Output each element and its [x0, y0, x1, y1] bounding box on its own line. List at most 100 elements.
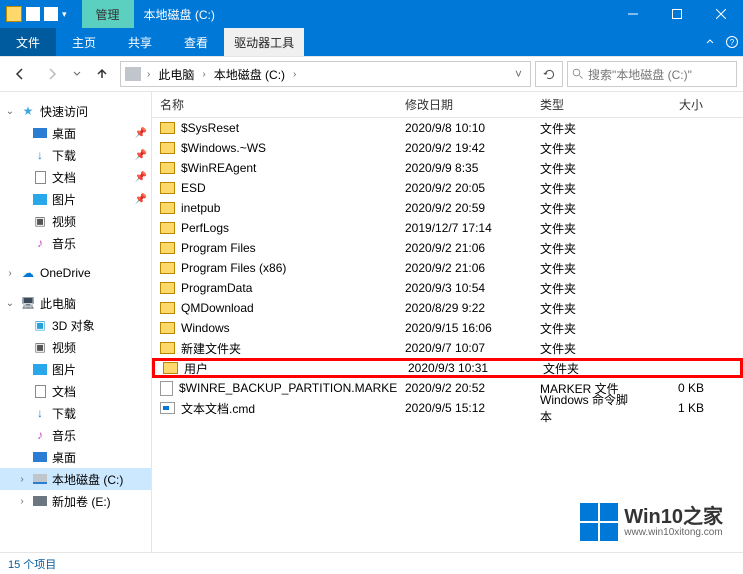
- tree-onedrive[interactable]: ›☁OneDrive: [0, 262, 151, 284]
- watermark-url: www.win10xitong.com: [624, 527, 723, 538]
- file-type: 文件夹: [532, 320, 642, 337]
- file-type: 文件夹: [532, 200, 642, 217]
- tree-3d-objects[interactable]: ▣3D 对象: [0, 314, 151, 336]
- ribbon-collapse-icon[interactable]: [699, 28, 721, 56]
- chevron-right-icon[interactable]: ›: [145, 69, 152, 80]
- desktop-icon: [32, 126, 48, 140]
- chevron-right-icon[interactable]: ›: [200, 69, 207, 80]
- tree-music[interactable]: ♪音乐: [0, 232, 151, 254]
- nav-forward-button[interactable]: [38, 60, 66, 88]
- qat-button-1[interactable]: [26, 7, 40, 21]
- qat-dropdown-icon[interactable]: ▾: [62, 9, 67, 20]
- tree-pictures-2[interactable]: 图片: [0, 358, 151, 380]
- tree-drive-c[interactable]: ›本地磁盘 (C:): [0, 468, 151, 490]
- file-name: 新建文件夹: [181, 340, 241, 357]
- file-row[interactable]: Windows2020/9/15 16:06文件夹: [152, 318, 743, 338]
- folder-icon: [160, 322, 175, 334]
- tab-home[interactable]: 主页: [56, 28, 112, 56]
- tree-desktop[interactable]: 桌面📌: [0, 122, 151, 144]
- file-row[interactable]: $WinREAgent2020/9/9 8:35文件夹: [152, 158, 743, 178]
- qat-button-2[interactable]: [44, 7, 58, 21]
- pin-icon: 📌: [135, 194, 147, 205]
- star-icon: ★: [20, 104, 36, 118]
- file-row[interactable]: inetpub2020/9/2 20:59文件夹: [152, 198, 743, 218]
- video-icon: ▣: [32, 214, 48, 228]
- tree-documents-2[interactable]: 文档: [0, 380, 151, 402]
- tree-documents[interactable]: 文档📌: [0, 166, 151, 188]
- chevron-right-icon[interactable]: ›: [291, 69, 298, 80]
- folder-icon: [160, 282, 175, 294]
- close-button[interactable]: [699, 0, 743, 28]
- file-type: 文件夹: [532, 280, 642, 297]
- tree-videos-2[interactable]: ▣视频: [0, 336, 151, 358]
- tree-this-pc[interactable]: ⌄🖥此电脑: [0, 292, 151, 314]
- refresh-button[interactable]: [535, 61, 563, 87]
- file-row[interactable]: Program Files (x86)2020/9/2 21:06文件夹: [152, 258, 743, 278]
- address-dropdown-icon[interactable]: ˅: [511, 67, 526, 81]
- 3d-icon: ▣: [32, 318, 48, 332]
- tree-music-2[interactable]: ♪音乐: [0, 424, 151, 446]
- file-type: 文件夹: [535, 360, 645, 377]
- search-input[interactable]: 搜索"本地磁盘 (C:)": [567, 61, 737, 87]
- tab-share[interactable]: 共享: [112, 28, 168, 56]
- breadcrumb-drive-c[interactable]: 本地磁盘 (C:): [212, 66, 287, 83]
- file-row[interactable]: 文本文档.cmd2020/9/5 15:12Windows 命令脚本1 KB: [152, 398, 743, 418]
- file-row[interactable]: QMDownload2020/8/29 9:22文件夹: [152, 298, 743, 318]
- file-size: 1 KB: [642, 401, 712, 415]
- nav-back-button[interactable]: [6, 60, 34, 88]
- tree-desktop-2[interactable]: 桌面: [0, 446, 151, 468]
- file-name: ESD: [181, 181, 206, 195]
- file-row[interactable]: $SysReset2020/9/8 10:10文件夹: [152, 118, 743, 138]
- file-row[interactable]: Program Files2020/9/2 21:06文件夹: [152, 238, 743, 258]
- file-type: 文件夹: [532, 300, 642, 317]
- file-type: 文件夹: [532, 140, 642, 157]
- column-header-size[interactable]: 大小: [642, 96, 712, 113]
- svg-text:?: ?: [730, 38, 735, 47]
- file-row[interactable]: $Windows.~WS 2020/9/2 19:42文件夹: [152, 138, 743, 158]
- cmd-file-icon: [160, 402, 175, 414]
- pin-icon: 📌: [135, 172, 147, 183]
- tree-videos[interactable]: ▣视频: [0, 210, 151, 232]
- help-icon[interactable]: ?: [721, 28, 743, 56]
- column-header-date[interactable]: 修改日期: [397, 96, 532, 113]
- nav-recent-dropdown[interactable]: [70, 60, 84, 88]
- tab-drive-tools[interactable]: 驱动器工具: [224, 28, 304, 56]
- file-icon: [160, 381, 173, 396]
- tree-downloads-2[interactable]: ↓下载: [0, 402, 151, 424]
- file-date: 2020/9/2 19:42: [397, 141, 532, 155]
- file-name: $Windows.~WS: [181, 141, 266, 155]
- breadcrumb-this-pc[interactable]: 此电脑: [156, 66, 196, 83]
- file-name: ProgramData: [181, 281, 252, 295]
- status-item-count: 15 个项目: [8, 556, 56, 572]
- file-date: 2020/9/5 15:12: [397, 401, 532, 415]
- column-header-name[interactable]: 名称: [152, 96, 397, 113]
- file-type: 文件夹: [532, 220, 642, 237]
- pin-icon: 📌: [135, 150, 147, 161]
- maximize-button[interactable]: [655, 0, 699, 28]
- address-bar[interactable]: › 此电脑 › 本地磁盘 (C:) › ˅: [120, 61, 531, 87]
- tree-pictures[interactable]: 图片📌: [0, 188, 151, 210]
- minimize-button[interactable]: [611, 0, 655, 28]
- file-row[interactable]: 用户2020/9/3 10:31文件夹: [152, 358, 743, 378]
- tab-view[interactable]: 查看: [168, 28, 224, 56]
- tree-downloads[interactable]: ↓下载📌: [0, 144, 151, 166]
- tree-quick-access[interactable]: ⌄★快速访问: [0, 100, 151, 122]
- file-row[interactable]: ProgramData2020/9/3 10:54文件夹: [152, 278, 743, 298]
- folder-icon: [160, 162, 175, 174]
- file-row[interactable]: $WINRE_BACKUP_PARTITION.MARKER2020/9/2 2…: [152, 378, 743, 398]
- tab-file[interactable]: 文件: [0, 28, 56, 56]
- tree-drive-e[interactable]: ›新加卷 (E:): [0, 490, 151, 512]
- quick-access-toolbar: ▾: [0, 0, 82, 28]
- nav-up-button[interactable]: [88, 60, 116, 88]
- file-row[interactable]: PerfLogs2019/12/7 17:14文件夹: [152, 218, 743, 238]
- file-row[interactable]: ESD2020/9/2 20:05文件夹: [152, 178, 743, 198]
- cloud-icon: ☁: [20, 266, 36, 280]
- column-header-type[interactable]: 类型: [532, 96, 642, 113]
- video-icon: ▣: [32, 340, 48, 354]
- folder-icon: [160, 262, 175, 274]
- file-date: 2020/9/2 20:52: [397, 381, 532, 395]
- file-row[interactable]: 新建文件夹2020/9/7 10:07文件夹: [152, 338, 743, 358]
- drive-icon: [32, 472, 48, 486]
- file-name: Program Files: [181, 241, 256, 255]
- folder-icon: [6, 6, 22, 22]
